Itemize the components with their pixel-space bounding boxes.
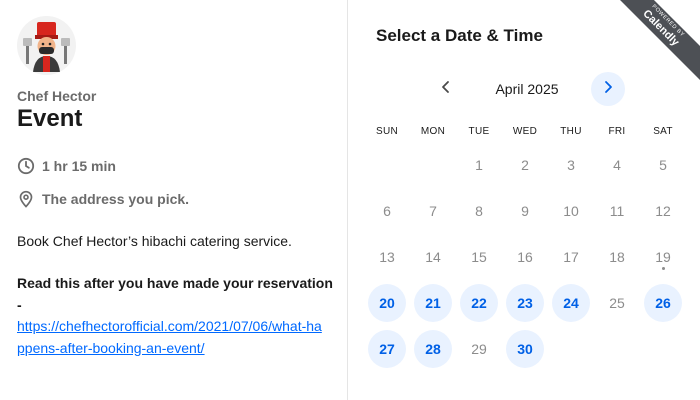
calendar-cell: 21	[410, 280, 456, 326]
calendar-cell: 7	[410, 188, 456, 234]
calendar-days-grid: 1 2 3 4 5 6 7 8 9 10 11 12 13 14 15 16 17 18 19 20 21 22 23 24 2…	[364, 142, 686, 372]
weekday-label: SAT	[653, 126, 673, 137]
calendar-cell: 14	[410, 234, 456, 280]
badge-powered-by: POWERED BY	[650, 3, 686, 39]
event-description: Book Chef Hector’s hibachi catering serv…	[17, 233, 292, 249]
calendar-cell: 29	[456, 326, 502, 372]
unavailable-date: 18	[609, 249, 625, 265]
unavailable-date: 5	[659, 157, 667, 173]
today-indicator-dot	[661, 267, 665, 270]
current-month: April 2025	[495, 81, 559, 97]
calendar-cell: 2	[502, 142, 548, 188]
calendar-cell: 30	[502, 326, 548, 372]
available-date-button[interactable]: 27	[368, 330, 406, 368]
next-month-button[interactable]	[591, 72, 625, 106]
available-date-button[interactable]: 24	[552, 284, 590, 322]
available-date-button[interactable]: 23	[506, 284, 544, 322]
weekday-label: MON	[420, 126, 446, 137]
calendar-cell: 3	[548, 142, 594, 188]
available-date-button[interactable]: 20	[368, 284, 406, 322]
unavailable-date: 4	[613, 157, 621, 173]
calendar-cell: 9	[502, 188, 548, 234]
unavailable-date: 16	[517, 249, 533, 265]
calendar-cell: 28	[410, 326, 456, 372]
calendar-cell: 16	[502, 234, 548, 280]
available-date-button[interactable]: 22	[460, 284, 498, 322]
calendar-cell: 11	[594, 188, 640, 234]
calendar-cell: 5	[640, 142, 686, 188]
unavailable-date: 25	[609, 295, 625, 311]
unavailable-date: 2	[521, 157, 529, 173]
weekday-header: SUN MON TUE WED THU FRI SAT	[364, 126, 686, 137]
available-date-button[interactable]: 26	[644, 284, 682, 322]
event-location: The address you pick.	[17, 190, 189, 208]
unavailable-date: 15	[471, 249, 487, 265]
duration-text: 1 hr 15 min	[42, 158, 116, 174]
calendar-cell: 15	[456, 234, 502, 280]
previous-month-button[interactable]	[429, 72, 463, 106]
unavailable-date: 19	[655, 249, 671, 265]
calendar-cell: 23	[502, 280, 548, 326]
unavailable-date: 17	[563, 249, 579, 265]
location-text: The address you pick.	[42, 191, 190, 207]
event-info-link[interactable]: https://chefhectorofficial.com/2021/07/0…	[17, 316, 322, 359]
calendar-cell: 19	[640, 234, 686, 280]
chevron-right-icon	[602, 80, 614, 99]
available-date-button[interactable]: 28	[414, 330, 452, 368]
available-date-button[interactable]: 21	[414, 284, 452, 322]
unavailable-date: 7	[429, 203, 437, 219]
calendar-empty-cell	[410, 142, 456, 188]
calendar-cell: 24	[548, 280, 594, 326]
unavailable-date: 6	[383, 203, 391, 219]
calendar-cell: 17	[548, 234, 594, 280]
unavailable-date: 3	[567, 157, 575, 173]
unavailable-date: 1	[475, 157, 483, 173]
calendar-cell: 26	[640, 280, 686, 326]
calendar-cell: 4	[594, 142, 640, 188]
date-picker-heading: Select a Date & Time	[376, 26, 543, 45]
unavailable-date: 12	[655, 203, 671, 219]
calendar-cell: 25	[594, 280, 640, 326]
calendar-cell: 13	[364, 234, 410, 280]
unavailable-date: 9	[521, 203, 529, 219]
unavailable-date: 14	[425, 249, 441, 265]
calendar-cell: 1	[456, 142, 502, 188]
event-title: Event	[17, 105, 83, 132]
calendar-empty-cell	[364, 142, 410, 188]
unavailable-date: 10	[563, 203, 579, 219]
calendar-cell: 22	[456, 280, 502, 326]
weekday-label: SUN	[375, 126, 398, 137]
calendar-cell: 10	[548, 188, 594, 234]
host-avatar	[17, 16, 76, 75]
event-duration: 1 hr 15 min	[17, 157, 116, 175]
clock-icon	[17, 157, 35, 175]
month-navigation: April 2025	[429, 72, 625, 106]
available-date-button[interactable]: 30	[506, 330, 544, 368]
calendar-cell: 8	[456, 188, 502, 234]
calendar-cell: 12	[640, 188, 686, 234]
weekday-label: TUE	[468, 126, 490, 137]
unavailable-date: 8	[475, 203, 483, 219]
date-picker-panel: Select a Date & Time POWERED BY Calendly…	[349, 0, 700, 400]
weekday-label: THU	[560, 126, 582, 137]
chevron-left-icon	[440, 80, 452, 99]
calendar-cell: 18	[594, 234, 640, 280]
event-notice: Read this after you have made your reser…	[17, 275, 333, 313]
calendar-cell: 20	[364, 280, 410, 326]
weekday-label: WED	[512, 126, 538, 137]
weekday-label: FRI	[608, 126, 626, 137]
map-pin-icon	[17, 190, 35, 208]
calendar-cell: 6	[364, 188, 410, 234]
unavailable-date: 29	[471, 341, 487, 357]
unavailable-date: 11	[609, 203, 625, 219]
unavailable-date: 13	[379, 249, 395, 265]
calendar-cell: 27	[364, 326, 410, 372]
event-details-panel: Chef Hector Event 1 hr 15 min The addres…	[0, 0, 348, 400]
host-name: Chef Hector	[17, 88, 97, 104]
